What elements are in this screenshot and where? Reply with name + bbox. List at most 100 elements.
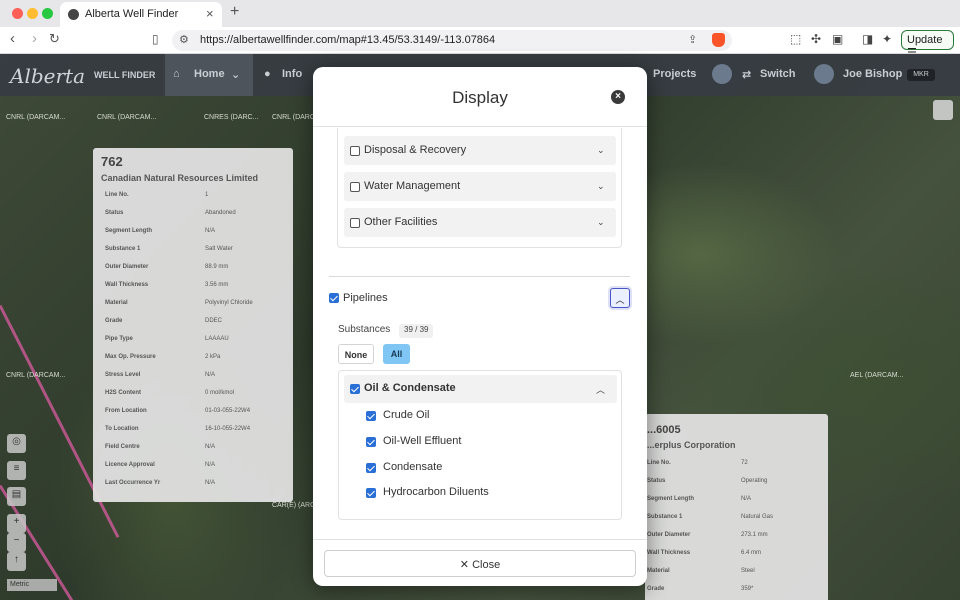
select-all-button[interactable]: All <box>383 344 410 364</box>
address-bar[interactable]: ⚙ https://albertawellfinder.com/map#13.4… <box>172 30 732 51</box>
screenshot-icon[interactable]: ⬚ <box>790 32 801 46</box>
substance-checkbox[interactable] <box>366 437 376 447</box>
group-label: Oil & Condensate <box>364 382 456 394</box>
card-row-key: H2S Content <box>105 390 141 396</box>
pipelines-collapse-button[interactable]: ︿ <box>610 288 630 308</box>
nav-projects-label[interactable]: Projects <box>653 68 696 80</box>
card-row-value: 0 mol/kmol <box>205 390 235 396</box>
close-window-button[interactable] <box>12 8 23 19</box>
substance-label: Oil-Well Effluent <box>383 435 462 447</box>
tab-close-icon[interactable]: × <box>206 6 214 21</box>
bookmark-icon[interactable]: ▯ <box>152 32 159 46</box>
select-none-button[interactable]: None <box>338 344 374 364</box>
card-row-key: Substance 1 <box>105 246 141 252</box>
card-row-key: Status <box>647 478 666 484</box>
facility-row-other[interactable]: Other Facilities ⌄ <box>344 208 616 237</box>
nav-home[interactable]: ⌂ Home ⌄ <box>165 54 253 96</box>
zoom-out-button[interactable]: − <box>7 533 26 552</box>
substances-count-badge: 39 / 39 <box>399 324 434 338</box>
substance-group-header[interactable]: Oil & Condensate ︿ <box>344 375 617 403</box>
card-row-value: 359* <box>741 586 754 592</box>
site-settings-icon[interactable]: ⚙ <box>179 33 189 46</box>
brave-shield-icon[interactable] <box>712 33 725 47</box>
card-row-key: Grade <box>647 586 665 592</box>
card-row-value: 72 <box>741 460 748 466</box>
pipeline-info-card: ...6005 ...erplus Corporation Line No. 72… <box>645 414 828 600</box>
chevron-down-icon[interactable]: ⌄ <box>597 181 605 192</box>
favicon-icon <box>68 9 79 20</box>
card-row-key: Last Occurrence Yr <box>105 480 161 486</box>
facility-checkbox[interactable] <box>350 182 360 192</box>
chevron-down-icon[interactable]: ⌄ <box>597 145 605 156</box>
compass-button[interactable]: ↑ <box>7 552 26 571</box>
card-row-value: 6.4 mm <box>741 550 762 556</box>
new-tab-icon[interactable]: + <box>230 3 239 21</box>
browser-tab[interactable]: Alberta Well Finder × <box>60 2 222 27</box>
substance-checkbox[interactable] <box>366 488 376 498</box>
map-label: AEL (DARCAM... <box>850 372 904 379</box>
facility-label: Water Management <box>364 180 461 192</box>
reload-icon[interactable]: ↻ <box>49 31 60 47</box>
zoom-in-button[interactable]: + <box>7 514 26 533</box>
layer-control-button[interactable]: ≡ <box>7 461 26 480</box>
card-row-value: 88.9 mm <box>205 264 229 270</box>
card-row-key: Stress Level <box>105 372 141 378</box>
layers-button[interactable] <box>933 100 953 120</box>
facility-row-water[interactable]: Water Management ⌄ <box>344 172 616 201</box>
locate-button[interactable]: ◎ <box>7 434 26 453</box>
close-button[interactable]: ✕ Close <box>324 550 636 577</box>
substance-checkbox[interactable] <box>366 463 376 473</box>
card-row-key: Material <box>105 300 128 306</box>
card-company: ...erplus Corporation <box>647 440 736 450</box>
product-name: WELL FINDER <box>94 70 156 80</box>
back-icon[interactable]: ‹ <box>10 30 15 47</box>
url-text[interactable]: https://albertawellfinder.com/map#13.45/… <box>200 34 495 46</box>
card-row-value: Operating <box>741 478 768 484</box>
modal-body[interactable]: Disposal & Recovery ⌄ Water Management ⌄… <box>313 128 647 538</box>
group-checkbox[interactable] <box>350 384 360 394</box>
extensions-icon[interactable]: ✣ <box>811 32 821 46</box>
card-row-key: Substance 1 <box>647 514 683 520</box>
chevron-up-icon[interactable]: ︿ <box>596 383 605 396</box>
nav-info-label[interactable]: Info <box>282 68 302 80</box>
card-row-value: 01-03-055-22W4 <box>205 408 251 414</box>
facility-checkbox[interactable] <box>350 218 360 228</box>
user-badge: MKR <box>907 69 935 81</box>
browser-toolbar: ‹ › ↻ ▯ ⚙ https://albertawellfinder.com/… <box>0 27 960 59</box>
facility-checkbox[interactable] <box>350 146 360 156</box>
card-row-value: Natural Gas <box>741 514 774 520</box>
substance-checkbox[interactable] <box>366 411 376 421</box>
user-name[interactable]: Joe Bishop <box>843 68 902 80</box>
card-row-key: Line No. <box>647 460 671 466</box>
chevron-down-icon[interactable]: ⌄ <box>597 217 605 228</box>
card-row-key: Max Op. Pressure <box>105 354 156 360</box>
alberta-logo[interactable]: Alberta <box>10 64 85 88</box>
nav-switch-label[interactable]: Switch <box>760 68 795 80</box>
sidebar-icon[interactable]: ◨ <box>862 32 873 46</box>
pipelines-checkbox[interactable] <box>329 293 339 303</box>
card-row-value: N/A <box>205 444 216 450</box>
close-icon[interactable]: × <box>611 90 625 104</box>
card-row-key: Licence Approval <box>105 462 155 468</box>
modal-footer: ✕ Close <box>313 539 647 586</box>
facility-row-disposal[interactable]: Disposal & Recovery ⌄ <box>344 136 616 165</box>
legend-button[interactable]: ▤ <box>7 487 26 506</box>
pipeline-info-card: 762 Canadian Natural Resources Limited L… <box>93 148 293 502</box>
nav-home-label: Home <box>194 68 225 80</box>
facility-label: Disposal & Recovery <box>364 144 467 156</box>
facility-label: Other Facilities <box>364 216 438 228</box>
card-row-key: Grade <box>105 318 123 324</box>
share-icon[interactable]: ⇪ <box>688 33 697 46</box>
leo-icon[interactable]: ✦ <box>882 32 892 46</box>
map-label: CNRES (DARC... <box>204 114 259 121</box>
substance-label: Condensate <box>383 461 443 473</box>
forward-icon[interactable]: › <box>32 30 37 47</box>
minimize-window-button[interactable] <box>27 8 38 19</box>
card-id: ...6005 <box>647 424 681 436</box>
card-row-key: Segment Length <box>647 496 695 502</box>
maximize-window-button[interactable] <box>42 8 53 19</box>
wallet-icon[interactable]: ▣ <box>832 32 843 46</box>
update-button[interactable]: Update ☰ <box>901 30 954 59</box>
project-avatar <box>712 64 732 84</box>
card-row-key: Segment Length <box>105 228 153 234</box>
